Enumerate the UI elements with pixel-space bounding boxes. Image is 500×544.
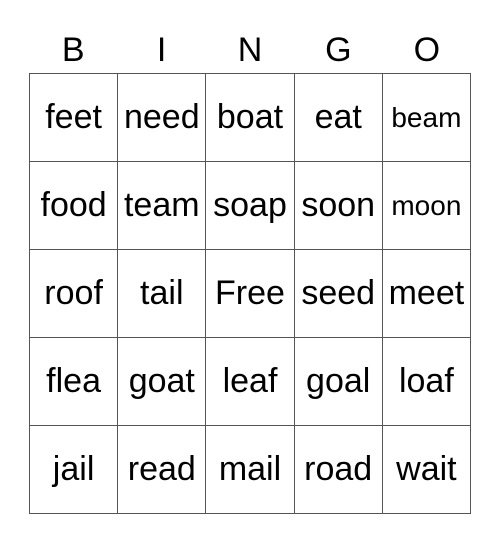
header-letter-i: I [156, 31, 167, 69]
bingo-header: B I N G O [29, 28, 471, 72]
bingo-cell[interactable]: mail [206, 426, 295, 514]
bingo-cell[interactable]: moon [382, 162, 471, 250]
bingo-cell[interactable]: read [118, 426, 207, 514]
bingo-cell[interactable]: boat [206, 74, 295, 162]
bingo-cell[interactable]: food [30, 162, 119, 250]
header-letter-b: B [61, 31, 85, 69]
bingo-cell[interactable]: feet [30, 74, 119, 162]
header-letter-n: N [237, 31, 263, 69]
bingo-cell[interactable]: eat [294, 74, 383, 162]
bingo-cell[interactable]: flea [30, 338, 119, 426]
bingo-cell[interactable]: leaf [206, 338, 295, 426]
bingo-cell[interactable]: tail [118, 250, 207, 338]
bingo-grid: feet need boat eat beam food team soap s… [29, 73, 471, 514]
bingo-cell[interactable]: team [118, 162, 207, 250]
free-space-cell[interactable]: Free [206, 250, 295, 338]
bingo-cell[interactable]: beam [382, 74, 471, 162]
bingo-cell[interactable]: goat [118, 338, 207, 426]
bingo-cell[interactable]: jail [30, 426, 119, 514]
bingo-cell[interactable]: need [118, 74, 207, 162]
bingo-cell[interactable]: road [294, 426, 383, 514]
bingo-cell[interactable]: loaf [382, 338, 471, 426]
bingo-cell[interactable]: meet [382, 250, 471, 338]
bingo-cell[interactable]: soon [294, 162, 383, 250]
bingo-cell[interactable]: goal [294, 338, 383, 426]
bingo-cell[interactable]: roof [30, 250, 119, 338]
bingo-cell[interactable]: soap [206, 162, 295, 250]
header-letter-g: G [325, 31, 352, 69]
header-letter-o: O [413, 31, 441, 69]
bingo-cell[interactable]: wait [382, 426, 471, 514]
bingo-cell[interactable]: seed [294, 250, 383, 338]
